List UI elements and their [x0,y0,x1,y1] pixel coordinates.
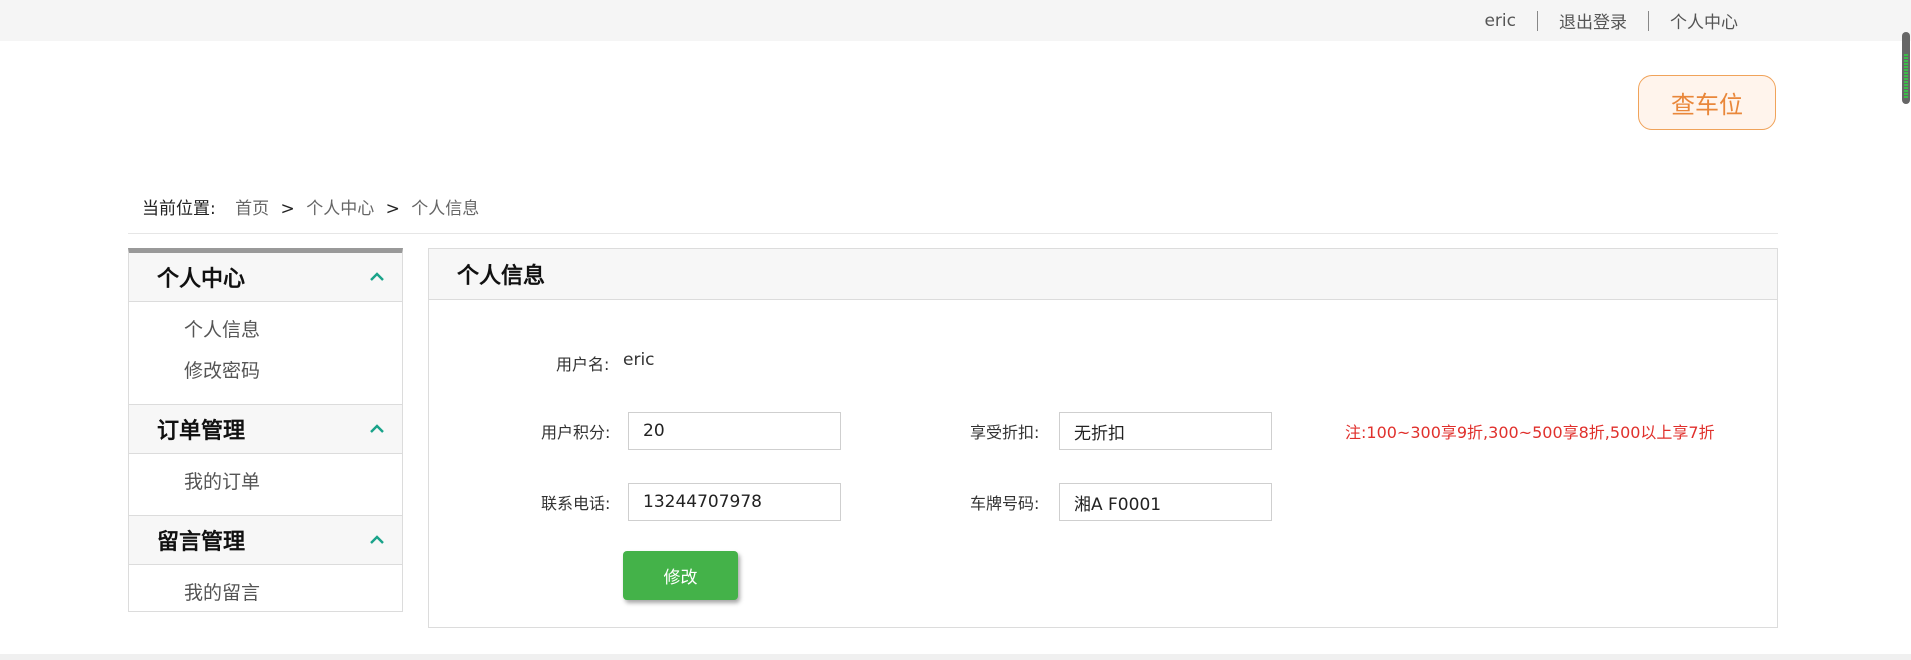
sidebar-group-title: 订单管理 [157,419,246,444]
sidebar-item-my-orders[interactable]: 我的订单 [129,462,402,503]
breadcrumb-current: 个人信息 [411,199,480,219]
phone-field[interactable]: 13244707978 [628,483,841,521]
chevron-up-icon [370,272,384,281]
sidebar-group-items: 我的订单 [129,454,402,516]
sidebar-group-messages[interactable]: 留言管理 [129,516,402,565]
footer-strip [0,654,1911,660]
scrollbar-thumb[interactable] [1902,32,1910,104]
top-bar: eric 退出登录 个人中心 [0,0,1911,41]
discount-field[interactable]: 无折扣 [1059,412,1272,450]
chevron-up-icon [370,424,384,433]
breadcrumb-user-center[interactable]: 个人中心 [306,199,374,219]
breadcrumb-separator: > [280,199,295,219]
breadcrumb: 当前位置: 首页 > 个人中心 > 个人信息 [142,194,479,219]
plate-label: 车牌号码: [970,494,1040,513]
sidebar-item-profile[interactable]: 个人信息 [129,310,402,351]
username-value: eric [623,350,655,370]
breadcrumb-divider [128,233,1778,234]
sidebar-item-change-password[interactable]: 修改密码 [129,351,402,392]
breadcrumb-separator: > [385,199,400,219]
points-label: 用户积分: [541,423,611,442]
username-label: 用户名: [556,355,610,374]
breadcrumb-home[interactable]: 首页 [235,199,269,219]
discount-note: 注:100~300享9折,300~500享8折,500以上享7折 [1345,423,1715,442]
sidebar-item-my-messages[interactable]: 我的留言 [129,573,402,614]
sidebar-group-items: 个人信息 修改密码 [129,302,402,405]
sidebar-group-items: 我的留言 [129,565,402,626]
breadcrumb-lead: 当前位置: [142,199,216,219]
modify-button[interactable]: 修改 [623,551,738,600]
chevron-up-icon [370,535,384,544]
points-field[interactable]: 20 [628,412,841,450]
sidebar-group-title: 个人中心 [157,267,246,292]
sidebar-group-title: 留言管理 [157,530,246,555]
username-link[interactable]: eric [1463,11,1537,31]
page-scrollbar[interactable] [1901,0,1911,660]
profile-panel: 个人信息 用户名: eric 用户积分: 20 享受折扣: 无折扣 注:100~… [428,248,1778,628]
sidebar-group-user-center[interactable]: 个人中心 [129,253,402,302]
user-center-link[interactable]: 个人中心 [1649,8,1759,33]
logout-link[interactable]: 退出登录 [1538,8,1648,33]
discount-label: 享受折扣: [970,423,1040,442]
find-parking-button[interactable]: 查车位 [1638,75,1776,130]
phone-label: 联系电话: [541,494,611,513]
top-links: eric 退出登录 个人中心 [1463,0,1759,41]
plate-field[interactable]: 湘A F0001 [1059,483,1272,521]
sidebar: 个人中心 个人信息 修改密码 订单管理 我的订单 留言管理 我的留言 [128,248,403,612]
panel-title: 个人信息 [429,249,1777,300]
scrollbar-grip [1904,54,1908,98]
sidebar-group-orders[interactable]: 订单管理 [129,405,402,454]
